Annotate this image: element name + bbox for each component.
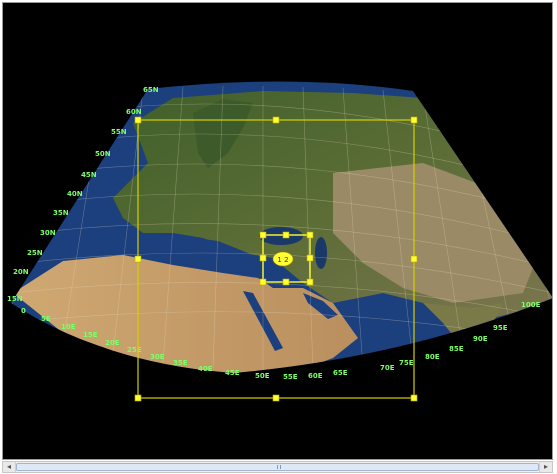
lat-label: 55N <box>111 128 127 136</box>
lon-label: 80E <box>425 353 440 361</box>
lon-label: 70E <box>380 364 395 372</box>
inner-domain-handle-n[interactable] <box>282 231 290 239</box>
map-window: 65N 60N 55N 50N 45N 40N 35N 30N 25N 20N … <box>0 0 557 474</box>
inner-domain-handle-e[interactable] <box>306 254 314 262</box>
inner-domain-handle-se[interactable] <box>306 278 314 286</box>
lon-label: 40E <box>198 365 213 373</box>
lat-label: 40N <box>67 190 83 198</box>
lon-label: 10E <box>61 323 76 331</box>
domain-id-label: 1 2 <box>277 256 288 264</box>
lon-label: 65E <box>333 369 348 377</box>
map-canvas[interactable]: 65N 60N 55N 50N 45N 40N 35N 30N 25N 20N … <box>3 3 553 460</box>
outer-domain-handle-nw[interactable] <box>134 116 142 124</box>
lat-label: 35N <box>53 209 69 217</box>
lon-label: 45E <box>225 369 240 377</box>
inner-domain-handle-w[interactable] <box>259 254 267 262</box>
outer-domain-handle-e[interactable] <box>410 255 418 263</box>
lat-label: 65N <box>143 86 159 94</box>
lon-label: 100E <box>521 301 541 309</box>
inner-domain-handle-s[interactable] <box>282 278 290 286</box>
outer-domain-handle-se[interactable] <box>410 394 418 402</box>
lat-label: 60N <box>126 108 142 116</box>
map-viewport[interactable]: 65N 60N 55N 50N 45N 40N 35N 30N 25N 20N … <box>2 2 553 460</box>
lon-label: 5E <box>41 315 51 323</box>
lat-label: 15N <box>7 295 23 303</box>
lat-label: 30N <box>40 229 56 237</box>
lon-label: 60E <box>308 372 323 380</box>
lon-label: 0 <box>21 307 26 315</box>
lon-label: 25E <box>127 346 142 354</box>
outer-domain-handle-w[interactable] <box>134 255 142 263</box>
lon-label: 30E <box>150 353 165 361</box>
lon-label: 95E <box>493 324 508 332</box>
lat-label: 45N <box>81 171 97 179</box>
inner-domain-handle-sw[interactable] <box>259 278 267 286</box>
caspian-sea <box>315 237 327 269</box>
lon-label: 15E <box>83 331 98 339</box>
lon-label: 75E <box>399 359 414 367</box>
lon-label: 35E <box>173 359 188 367</box>
lon-label: 20E <box>105 339 120 347</box>
scroll-thumb[interactable] <box>16 463 539 471</box>
lon-label: 55E <box>283 373 298 381</box>
scroll-right-button[interactable]: ▸ <box>539 462 552 472</box>
outer-domain-handle-ne[interactable] <box>410 116 418 124</box>
outer-domain-handle-sw[interactable] <box>134 394 142 402</box>
inner-domain-handle-ne[interactable] <box>306 231 314 239</box>
lon-label: 90E <box>473 335 488 343</box>
lon-label: 50E <box>255 372 270 380</box>
outer-domain-handle-n[interactable] <box>272 116 280 124</box>
outer-domain-handle-s[interactable] <box>272 394 280 402</box>
lat-label: 50N <box>95 150 111 158</box>
lat-label: 25N <box>27 249 43 257</box>
scroll-left-button[interactable]: ◂ <box>3 462 16 472</box>
lon-label: 85E <box>449 345 464 353</box>
horizontal-scrollbar[interactable]: ◂ ▸ <box>2 461 553 473</box>
lat-label: 20N <box>13 268 29 276</box>
scroll-grip-icon <box>276 465 281 469</box>
inner-domain-handle-nw[interactable] <box>259 231 267 239</box>
